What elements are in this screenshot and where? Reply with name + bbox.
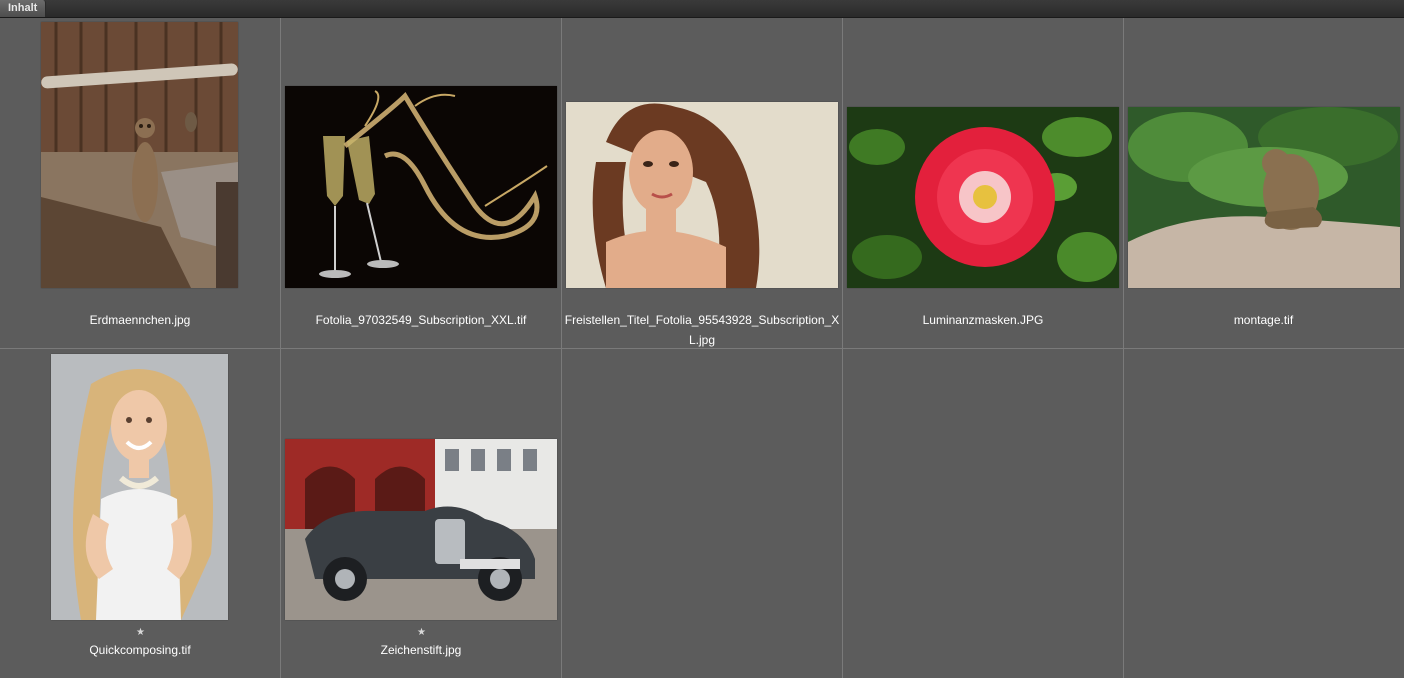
empty-cell [843, 349, 1124, 678]
content-grid: Erdmaennchen.jpg Fotolia_97032549_Subscr… [0, 18, 1404, 678]
thumbnail-filename: Freistellen_Titel_Fotolia_95543928_Subsc… [564, 313, 840, 347]
thumbnail-image-meerkat[interactable] [41, 22, 238, 288]
empty-cell [1124, 349, 1404, 678]
empty-cell [562, 349, 843, 678]
thumbnail-filename: Erdmaennchen.jpg [89, 313, 191, 327]
tab-inhalt[interactable]: Inhalt [0, 0, 47, 17]
thumbnail-cell-fotolia-sekt[interactable]: Fotolia_97032549_Subscription_XXL.tif [281, 18, 562, 349]
thumbnail-cell-luminanzmasken[interactable]: Luminanzmasken.JPG [843, 18, 1124, 349]
rating-star-icon: ★ [417, 627, 426, 638]
thumbnail-cell-quickcomposing[interactable]: ★ Quickcomposing.tif [0, 349, 281, 678]
thumbnail-image-vintage-car[interactable] [285, 439, 557, 620]
panel-tab-bar: Inhalt [0, 0, 1404, 18]
thumbnail-image-red-rose[interactable] [847, 107, 1119, 288]
thumbnail-filename: Quickcomposing.tif [89, 643, 191, 657]
thumbnail-image-blonde-woman[interactable] [51, 354, 228, 620]
thumbnail-filename: Luminanzmasken.JPG [922, 313, 1044, 327]
thumbnail-filename: montage.tif [1233, 313, 1294, 327]
thumbnail-image-portrait-woman[interactable] [566, 102, 838, 288]
thumbnail-cell-freistellen[interactable]: Freistellen_Titel_Fotolia_95543928_Subsc… [562, 18, 843, 349]
thumbnail-filename: Zeichenstift.jpg [380, 643, 462, 657]
thumbnail-image-monkey[interactable] [1128, 107, 1400, 288]
thumbnail-image-champagne[interactable] [285, 86, 557, 288]
thumbnail-cell-montage[interactable]: montage.tif [1124, 18, 1404, 349]
thumbnail-filename: Fotolia_97032549_Subscription_XXL.tif [315, 313, 527, 327]
rating-star-icon: ★ [136, 627, 145, 638]
thumbnail-cell-zeichenstift[interactable]: ★ Zeichenstift.jpg [281, 349, 562, 678]
thumbnail-cell-erdmaennchen[interactable]: Erdmaennchen.jpg [0, 18, 281, 349]
